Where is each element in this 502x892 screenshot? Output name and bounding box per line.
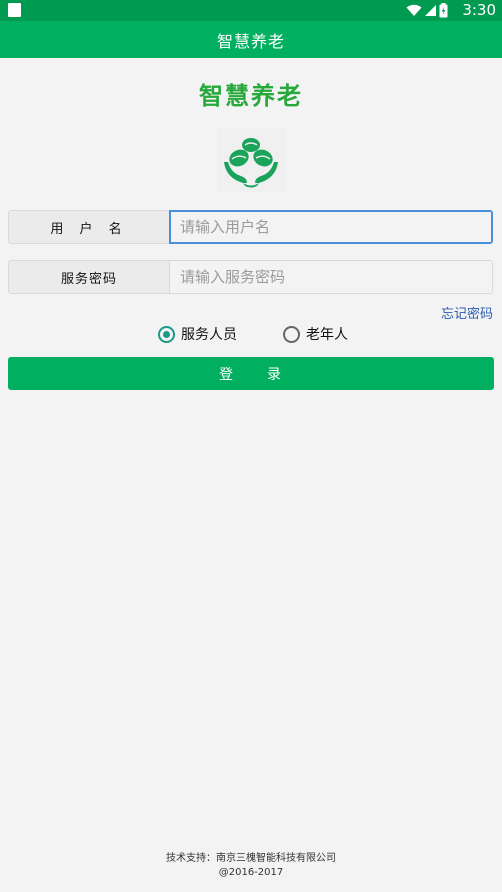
username-placeholder: 请输入用户名 (180, 218, 271, 236)
radio-service-staff-label: 服务人员 (181, 327, 237, 343)
app-name-heading: 智慧养老 (199, 82, 303, 110)
radio-unchecked-icon (283, 325, 300, 343)
radio-elderly-label: 老年人 (306, 327, 348, 343)
wifi-icon (406, 4, 422, 16)
signal-icon (425, 5, 436, 16)
password-placeholder: 请输入服务密码 (180, 268, 286, 286)
battery-icon (439, 3, 448, 18)
password-row: 服务密码 请输入服务密码 (8, 260, 494, 294)
app-logo (217, 128, 285, 192)
radio-service-staff[interactable]: 服务人员 (158, 324, 237, 344)
notification-icon (8, 3, 21, 17)
forgot-password-link[interactable]: 忘记密码 (441, 303, 493, 322)
app-bar-title: 智慧养老 (216, 31, 285, 51)
login-button[interactable]: 登 录 (8, 357, 494, 390)
login-button-label: 登 录 (219, 366, 283, 383)
status-time: 3:30 (462, 1, 496, 19)
password-label: 服务密码 (8, 260, 170, 294)
footer-support-text: 技术支持：南京三槐智能科技有限公司 (166, 853, 336, 864)
leaf-hands-logo-icon (224, 138, 278, 188)
password-input[interactable]: 请输入服务密码 (169, 260, 493, 294)
status-icons (406, 3, 448, 18)
username-row: 用 户 名 请输入用户名 (8, 210, 494, 244)
username-input[interactable]: 请输入用户名 (169, 210, 493, 244)
status-bar: 3:30 (0, 0, 502, 21)
username-label: 用 户 名 (8, 210, 170, 244)
role-radio-group: 服务人员 老年人 (0, 324, 502, 344)
app-bar: 智慧养老 (0, 21, 502, 58)
radio-elderly[interactable]: 老年人 (283, 324, 348, 344)
radio-checked-icon (158, 325, 175, 343)
footer-copyright: @2016-2017 (218, 867, 284, 878)
